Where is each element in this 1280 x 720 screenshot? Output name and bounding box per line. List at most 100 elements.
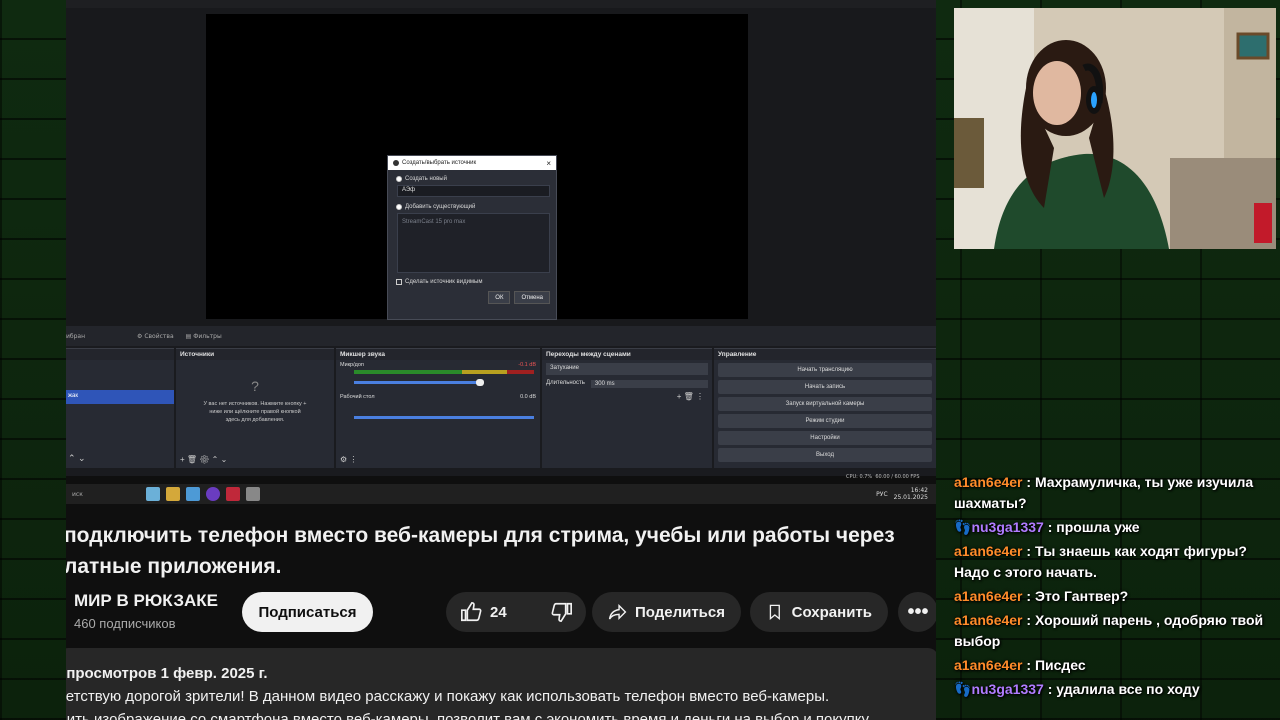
taskbar-search[interactable]: иск [72, 491, 140, 498]
chat-text: Это Гантвер? [1034, 588, 1129, 604]
description-line: лить изображение со смартфона вместо веб… [66, 711, 869, 720]
channel-name[interactable]: МИР В РЮКЗАКЕ [74, 591, 218, 611]
dislike-button[interactable] [537, 601, 587, 623]
source-name-input[interactable]: АЭф [397, 185, 550, 197]
radio-add-existing[interactable]: Добавить существующий [388, 204, 556, 210]
chat-username: a1an6e4er [954, 657, 1023, 673]
properties-button[interactable]: ⚙ Свойства [137, 333, 174, 340]
scenes-header [66, 349, 174, 360]
existing-source-list[interactable]: StreamCast 15 pro max [397, 213, 550, 273]
mixer-dock: Микшер звука Микр/доп -0.1 dB Рабочий сто… [336, 348, 540, 468]
obs-menubar [66, 0, 936, 8]
windows-taskbar: иск РУС 16:42 25.01.2025 [66, 484, 936, 504]
thumbs-down-icon [551, 602, 572, 622]
view-count-date: / просмотров 1 февр. 2025 г. [66, 665, 268, 682]
app-icon[interactable] [186, 487, 200, 501]
share-button[interactable]: Поделиться [592, 592, 741, 632]
active-app-icon[interactable] [246, 487, 260, 501]
dialog-titlebar: Создать/выбрать источник × [388, 156, 556, 170]
share-icon [608, 603, 627, 621]
slider-handle[interactable] [476, 379, 484, 386]
obs-preview-area: Создать/выбрать источник × Создать новый… [66, 8, 936, 326]
start-streaming-button[interactable]: Начать трансляцию [718, 363, 932, 377]
virtual-camera-button[interactable]: Запуск виртуальной камеры [718, 397, 932, 411]
desktop-label: Рабочий стол [340, 394, 375, 400]
subscriber-count: 460 подписчиков [74, 616, 176, 631]
mic-volume-slider[interactable] [354, 379, 484, 386]
thumbs-up-icon [461, 602, 482, 622]
cpu-usage: CPU: 0.7% [846, 474, 873, 480]
more-icon: ••• [907, 600, 929, 623]
sources-dock: Источники ? У вас нет источников. Нажмит… [176, 348, 334, 468]
transitions-dock: Переходы между сценами Затухание Длитель… [542, 348, 712, 468]
chat-username: nu3ga1337 [971, 519, 1044, 535]
close-icon[interactable]: × [546, 159, 551, 168]
make-visible-checkbox[interactable]: Сделать источник видимым [388, 279, 556, 285]
scene-nav-arrows[interactable]: ⌃ ⌄ [68, 453, 86, 464]
chat-message: a1an6e4er : Махрамуличка, ты уже изучила… [954, 474, 1254, 511]
sources-empty-text: У вас нет источников. Нажмите кнопку + н… [203, 401, 307, 423]
create-source-dialog: Создать/выбрать источник × Создать новый… [387, 155, 557, 320]
clock-time: 16:42 [910, 487, 928, 494]
video-description[interactable]: / просмотров 1 февр. 2025 г. ветствую до… [66, 648, 936, 720]
scene-item-selected[interactable]: жак [66, 390, 174, 404]
obs-docks: ибран ⚙ Свойства ▤ Фильтры жак ⌃ ⌄ Источ… [66, 326, 936, 480]
duration-label: Длительность [546, 380, 585, 386]
filters-label: Фильтры [193, 332, 222, 340]
transition-select[interactable]: Затухание [546, 363, 708, 375]
webcam-feed [954, 8, 1276, 249]
chat-username: a1an6e4er [954, 543, 1023, 559]
settings-button[interactable]: Настройки [718, 431, 932, 445]
mic-channel: Микр/доп -0.1 dB [336, 360, 540, 370]
badge-icon: 👣 [954, 681, 972, 697]
red-app-icon[interactable] [226, 487, 240, 501]
description-line: ветствую дорогой зрители! В данном видео… [66, 688, 830, 705]
obs-dock-toolbar: ибран ⚙ Свойства ▤ Фильтры [66, 326, 936, 346]
desktop-db: 0.0 dB [520, 394, 536, 400]
chat-username: nu3ga1337 [971, 681, 1044, 697]
save-label: Сохранить [791, 603, 872, 621]
exit-button[interactable]: Выход [718, 448, 932, 462]
start-recording-button[interactable]: Начать запись [718, 380, 932, 394]
ok-button[interactable]: ОК [488, 291, 511, 304]
clock-date: 25.01.2025 [893, 494, 928, 501]
chat-message: 👣nu3ga1337 : прошла уже [954, 519, 1140, 535]
studio-mode-button[interactable]: Режим студии [718, 414, 932, 428]
language-indicator[interactable]: РУС [876, 491, 887, 498]
weather-icon[interactable] [146, 487, 160, 501]
chat-text: Писдес [1034, 657, 1086, 673]
video-title: подключить телефон вместо веб-камеры для… [66, 520, 936, 582]
like-count: 24 [490, 603, 507, 621]
desktop-channel: Рабочий стол 0.0 dB [336, 384, 540, 402]
subscribe-button[interactable]: Подписаться [242, 592, 373, 632]
sources-header: Источники [176, 349, 334, 360]
radio-label: Добавить существующий [405, 204, 476, 210]
bookmark-icon [769, 604, 780, 621]
chat-username: a1an6e4er [954, 588, 1023, 604]
more-actions-button[interactable]: ••• [898, 592, 936, 632]
save-button[interactable]: Сохранить [750, 592, 888, 632]
radio-dot [396, 204, 402, 210]
like-button[interactable]: 24 [446, 601, 521, 623]
filters-button[interactable]: ▤ Фильтры [186, 333, 222, 340]
duration-input[interactable]: 300 ms [590, 380, 708, 388]
sources-toolbar[interactable]: + 🗑 ⚙ ⌃ ⌄ [180, 455, 227, 464]
cancel-button[interactable]: Отмена [514, 291, 550, 304]
transitions-toolbar[interactable]: + 🗑 ⋮ [542, 390, 712, 403]
existing-source-item[interactable]: StreamCast 15 pro max [402, 219, 465, 225]
obs-icon [393, 160, 399, 166]
mixer-toolbar[interactable]: ⚙ ⋮ [340, 455, 357, 464]
radio-label: Создать новый [405, 176, 447, 182]
obs-app-icon[interactable] [206, 487, 220, 501]
radio-create-new[interactable]: Создать новый [388, 176, 556, 182]
share-label: Поделиться [634, 603, 725, 621]
clock[interactable]: 16:42 25.01.2025 [894, 487, 928, 501]
desktop-volume-slider[interactable] [354, 416, 534, 419]
mixer-header: Микшер звука [336, 349, 540, 360]
transitions-header: Переходы между сценами [542, 349, 712, 360]
obs-status: CPU: 0.7% 60.00 / 60.00 FPS [846, 474, 920, 480]
controls-header: Управление [714, 349, 936, 360]
chat-message: a1an6e4er : Это Гантвер? [954, 588, 1129, 604]
mic-db: -0.1 dB [518, 362, 536, 368]
folder-icon[interactable] [166, 487, 180, 501]
